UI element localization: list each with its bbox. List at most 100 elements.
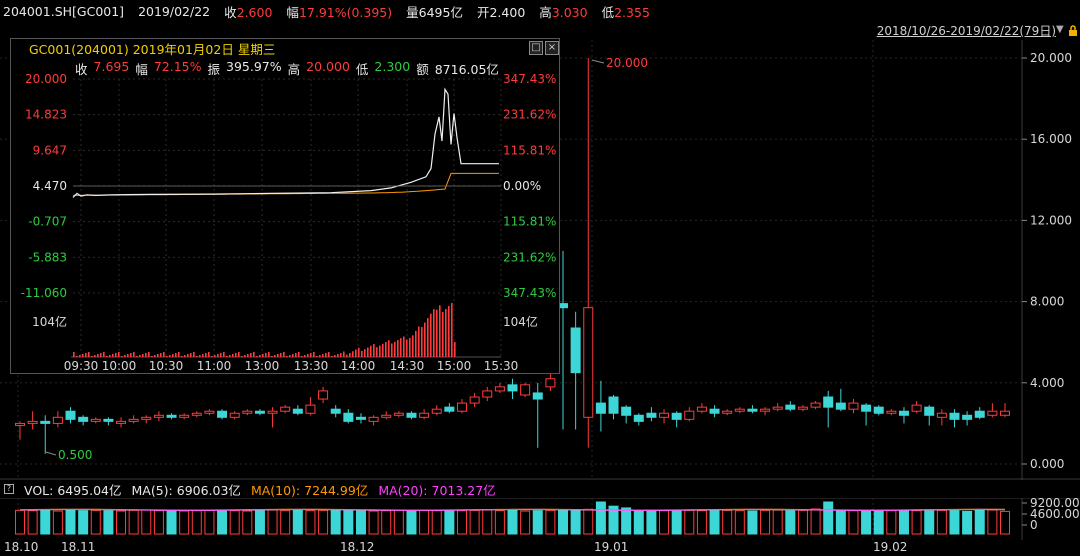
candle: [204, 409, 215, 416]
volume-bar: [507, 509, 518, 535]
volume-bar: [65, 509, 76, 535]
time-tick-label: 15:00: [437, 359, 472, 373]
intraday-popup-window[interactable]: 20.000 347.43% 14.823 231.62% 9.647 115.81% 4.…: [10, 38, 560, 374]
volume-bar: [393, 509, 404, 535]
price-tick-label: 14.823: [25, 108, 67, 122]
candle: [27, 411, 38, 430]
volume-bar: [633, 510, 644, 535]
candle: [381, 411, 392, 420]
volume-bar: [330, 509, 341, 535]
candle: [292, 405, 303, 416]
candle: [633, 413, 644, 426]
expand-icon[interactable]: ?: [4, 484, 14, 494]
candle: [949, 409, 960, 428]
y-tick-label: 20.000: [1030, 51, 1072, 65]
lock-icon[interactable]: [1068, 25, 1078, 36]
chevron-down-icon[interactable]: ▼: [1056, 24, 1066, 36]
candle: [494, 382, 505, 393]
volume-bar: [52, 510, 63, 535]
price-tick-label: -0.707: [28, 215, 67, 229]
volume-bar: [179, 510, 190, 535]
y-tick-label: 12.000: [1030, 213, 1072, 227]
pct-tick-label: 0.00%: [503, 179, 541, 193]
volume-bar: [545, 509, 556, 535]
candle: [217, 409, 228, 420]
candle: [734, 407, 745, 414]
volume-bar: [305, 510, 316, 535]
volume-bar: [595, 501, 606, 535]
popup-title-bar[interactable]: GC001(204001) 2019年01月02日 星期三 □ ×: [11, 39, 559, 57]
candle: [583, 58, 594, 448]
candle: [368, 415, 379, 426]
candle: [772, 403, 783, 412]
volume-bar: [1000, 510, 1010, 535]
volume-bar: [406, 510, 417, 535]
candle: [861, 403, 872, 426]
volume-bar: [785, 510, 796, 535]
vol-tick-label: 104亿: [32, 314, 67, 329]
volume-bar: [419, 509, 430, 535]
volume-bar: [254, 510, 265, 535]
avg-price-line: [73, 172, 499, 196]
candle: [166, 413, 177, 420]
quote-header: 204001.SH[GC001] 2019/02/22 收2.600 幅17.9…: [0, 0, 1080, 22]
candle: [936, 409, 947, 426]
volume-bar: [873, 509, 884, 535]
candle: [179, 413, 190, 420]
candle: [482, 386, 493, 402]
volume-bar: [318, 509, 329, 535]
popup-amp-value: 395.97%: [226, 59, 282, 74]
candle: [810, 401, 821, 410]
volume-bar: [911, 510, 922, 535]
ma20-value: MA(20): 7013.27亿: [378, 482, 496, 498]
candle: [153, 411, 164, 422]
candle: [696, 403, 707, 414]
volume-bar: [949, 510, 960, 535]
pct-tick-label: 115.81%: [503, 143, 556, 157]
date-range-selector[interactable]: 2018/10/26-2019/02/22(79日): [877, 22, 1056, 40]
intraday-volume-bars: [73, 303, 456, 357]
volume-bar: [191, 510, 202, 535]
ma5-value: MA(5): 6906.03亿: [131, 482, 241, 498]
popup-stats-row: 收 7.695 幅 72.15% 振 395.97% 高 20.000 低 2.300 额…: [75, 59, 499, 77]
time-tick-label: 14:00: [341, 359, 376, 373]
candle: [621, 405, 632, 424]
volume-bar: [40, 509, 51, 535]
candle: [1000, 403, 1010, 418]
volume-bar: [532, 510, 543, 535]
volume-bar: [520, 510, 531, 535]
volume-bar: [734, 510, 745, 535]
volume-chart[interactable]: 9200.004600.000: [0, 498, 1080, 540]
volume-bar: [482, 509, 493, 535]
candle: [406, 411, 417, 420]
close-button[interactable]: ×: [545, 41, 559, 55]
volume-bar: [27, 510, 38, 535]
candle: [646, 407, 657, 422]
candle: [444, 403, 455, 414]
candle: [128, 415, 139, 424]
candle: [15, 421, 25, 440]
volume-bar: [722, 509, 733, 535]
candle: [305, 397, 316, 416]
volume-bar: [772, 509, 783, 535]
volume-bar: [343, 510, 354, 535]
candle: [924, 405, 935, 426]
price-tick-label: 4.470: [33, 179, 67, 193]
pct-tick-label: 231.62%: [503, 108, 556, 122]
candle: [684, 407, 695, 422]
volume-bar: [166, 509, 177, 535]
ma10-value: MA(10): 7244.99亿: [250, 482, 369, 498]
popup-change-value: 72.15%: [153, 59, 202, 74]
restore-button[interactable]: □: [529, 41, 543, 55]
popup-close-value: 7.695: [93, 59, 130, 74]
volume-bar: [242, 510, 253, 535]
volume-bar: [128, 509, 139, 535]
volume-bar: [684, 509, 695, 535]
candle: [823, 390, 834, 428]
svg-text:0.500: 0.500: [58, 448, 92, 462]
volume-bar: [280, 510, 291, 535]
time-tick-label: 11:00: [197, 359, 232, 373]
candle: [343, 409, 354, 424]
volume-bar: [444, 509, 455, 535]
volume-bar: [103, 510, 114, 535]
